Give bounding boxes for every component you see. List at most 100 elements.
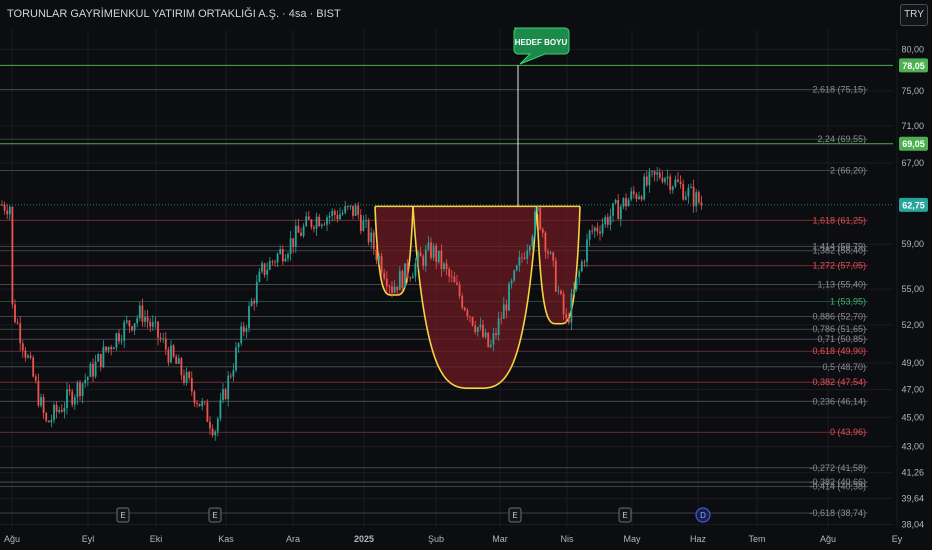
candle-body: [656, 172, 659, 175]
candle-body: [188, 372, 191, 378]
candle-body: [94, 361, 97, 377]
candle-body: [253, 300, 256, 304]
candle-body: [320, 224, 323, 227]
candle-body: [328, 216, 331, 218]
target-line-label: 78,05: [902, 61, 925, 71]
candle-body: [313, 226, 315, 229]
earnings-marker-label: E: [212, 511, 217, 520]
x-tick-label: Ey: [892, 534, 903, 544]
candle-body: [401, 271, 404, 288]
x-tick-label: May: [623, 534, 641, 544]
x-tick-label: Haz: [690, 534, 707, 544]
target-callout[interactable]: HEDEF BOYU: [513, 27, 570, 207]
candle-body: [370, 232, 373, 243]
candle-body: [393, 286, 396, 293]
candle-body: [682, 184, 685, 200]
candle-body: [484, 332, 487, 337]
candle-body: [16, 322, 19, 324]
candle-body: [34, 376, 37, 381]
candle-body: [81, 383, 84, 397]
candle-body: [422, 256, 425, 266]
candle-body: [300, 232, 302, 236]
candle-body: [287, 253, 289, 259]
candle-body: [346, 206, 349, 207]
candle-body: [372, 232, 375, 249]
candle-body: [341, 212, 344, 215]
candle-body: [557, 290, 560, 292]
candle-body: [523, 257, 526, 259]
candle-body: [502, 304, 505, 319]
candle-body: [567, 318, 570, 323]
candle-body: [614, 199, 617, 204]
y-tick-label: 41,26: [901, 468, 924, 478]
candle-body: [562, 293, 565, 315]
candle-body: [118, 333, 120, 342]
candle-body: [536, 207, 539, 212]
candle-body: [677, 179, 679, 182]
candle-body: [417, 252, 419, 264]
candle-body: [388, 286, 391, 288]
candle-body: [302, 226, 305, 236]
fib-label: 0 (43,96): [830, 427, 866, 437]
candle-body: [541, 229, 544, 233]
candle-body: [107, 347, 110, 351]
fib-label: 2,24 (69,55): [817, 134, 866, 144]
candle-body: [149, 321, 152, 327]
candle-body: [445, 263, 448, 269]
candle-body: [115, 333, 118, 348]
candle-body: [427, 242, 430, 250]
candle-body: [424, 249, 427, 266]
candle-body: [66, 389, 68, 408]
candle-body: [396, 286, 399, 291]
candle-body: [326, 217, 328, 225]
candle-body: [593, 227, 596, 232]
earnings-marker-label: E: [622, 511, 627, 520]
candle-body: [146, 317, 149, 322]
candle-body: [635, 194, 638, 199]
candle-body: [679, 181, 682, 185]
candle-body: [383, 272, 386, 279]
candle-body: [279, 249, 282, 254]
candle-body: [198, 403, 201, 407]
fib-label: 0,786 (51,65): [812, 324, 866, 334]
candle-body: [209, 421, 211, 429]
price-chart[interactable]: 2,618 (75,15) 2,24 (69,55) 2 (66,20) 1,618 …: [0, 0, 932, 550]
candle-body: [224, 389, 227, 400]
candle-body: [528, 246, 531, 251]
candle-body: [164, 338, 167, 350]
candle-body: [435, 245, 438, 263]
candle-body: [661, 177, 664, 182]
y-tick-label: 59,00: [901, 239, 924, 249]
fib-label: 0,886 (52,70): [812, 311, 866, 321]
candle-body: [276, 253, 279, 263]
candle-body: [375, 248, 378, 260]
candle-body: [193, 391, 196, 404]
candle-body: [112, 347, 115, 350]
y-tick-label: 39,64: [901, 493, 924, 503]
candle-body: [684, 196, 687, 200]
dividend-marker-label: D: [700, 511, 706, 520]
candle-body: [476, 327, 479, 332]
candle-body: [671, 186, 674, 191]
currency-button[interactable]: TRY: [900, 4, 928, 26]
fib-label: 1,382 (58,40): [812, 246, 866, 256]
candle-body: [159, 337, 162, 340]
target-lines[interactable]: 78,05 69,05: [0, 58, 928, 151]
candle-body: [240, 326, 243, 344]
y-tick-label: 43,00: [901, 441, 924, 451]
cup-pattern[interactable]: [374, 205, 581, 389]
candle-body: [261, 263, 263, 272]
fib-label: 0,618 (49,90): [812, 346, 866, 356]
candle-body: [398, 271, 401, 291]
x-tick-label: Eki: [150, 534, 163, 544]
candle-body: [216, 418, 219, 432]
candle-body: [692, 186, 695, 207]
candle-body: [339, 214, 341, 220]
candle-body: [315, 216, 318, 229]
fib-label: 0,71 (50,85): [817, 334, 866, 344]
candle-body: [232, 370, 235, 377]
candle-body: [357, 205, 360, 215]
candle-body: [175, 356, 178, 364]
candle-body: [229, 375, 232, 377]
event-markers[interactable]: EEEED: [116, 507, 711, 523]
